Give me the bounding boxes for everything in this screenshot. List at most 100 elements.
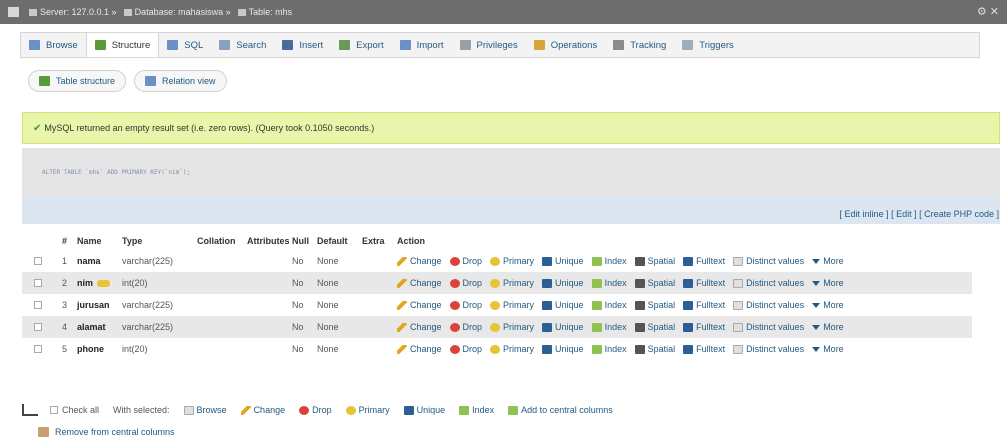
subtab-relation-view[interactable]: Relation view [134,70,227,92]
row-actions: Change Drop Primary Unique Index Spatial Fullt… [397,272,852,294]
action-spatial[interactable]: Spatial [634,322,675,332]
action-spatial[interactable]: Spatial [634,344,675,354]
export-icon [339,40,351,50]
action-more[interactable]: More [812,256,844,266]
col-header-extra: Extra [362,236,385,246]
col-header-attributes: Attributes [247,236,290,246]
gear-icon[interactable]: ⚙ ✕ [977,5,999,18]
sql-query-text[interactable]: ALTER TABLE `mhs` ADD PRIMARY KEY(`nim`)… [42,169,190,176]
row-checkbox[interactable] [34,301,42,309]
action-drop[interactable]: Drop [449,322,482,332]
action-index[interactable]: Index [591,256,627,266]
action-change[interactable]: Change [397,256,442,266]
tab-structure[interactable]: Structure [85,33,160,57]
tab-export[interactable]: Export [331,33,391,57]
row-checkbox[interactable] [34,323,42,331]
breadcrumb-table[interactable]: Table: mhs [235,7,292,17]
tab-search[interactable]: Search [211,33,274,57]
action-change[interactable]: Change [397,322,442,332]
action-fulltext[interactable]: Fulltext [683,322,725,332]
row-checkbox[interactable] [34,345,42,353]
pencil-icon [397,278,407,288]
action-drop[interactable]: Drop [449,344,482,354]
check-all-checkbox[interactable] [50,406,58,414]
action-label: Primary [503,322,535,332]
tab-sql[interactable]: SQL [159,33,211,57]
action-change[interactable]: Change [397,344,442,354]
edit-inline-link[interactable]: [ Edit inline ] [840,209,889,219]
action-primary[interactable]: Primary [490,300,534,310]
action-spatial[interactable]: Spatial [634,278,675,288]
tab-insert[interactable]: Insert [274,33,331,57]
primary-key-icon [97,279,111,287]
column-default: None [317,322,339,332]
tab-tracking[interactable]: Tracking [605,33,674,57]
action-unique[interactable]: Unique [542,344,584,354]
action-drop[interactable]: Drop [449,300,482,310]
fulltext-icon [683,322,694,332]
browse-icon [183,405,194,415]
action-spatial[interactable]: Spatial [634,256,675,266]
action-primary[interactable]: Primary [490,344,534,354]
tab-privileges[interactable]: Privileges [452,33,526,57]
tab-operations[interactable]: Operations [526,33,605,57]
action-more[interactable]: More [812,344,844,354]
action-unique[interactable]: Unique [542,300,584,310]
action-distinct-values[interactable]: Distinct values [733,344,804,354]
action-drop[interactable]: Drop [449,278,482,288]
tab-triggers[interactable]: Triggers [674,33,742,57]
action-distinct-values[interactable]: Distinct values [733,256,804,266]
action-more[interactable]: More [812,300,844,310]
action-primary[interactable]: Primary [490,278,534,288]
action-more[interactable]: More [812,322,844,332]
action-fulltext[interactable]: Fulltext [683,278,725,288]
breadcrumb-server[interactable]: Server: 127.0.0.1 » [26,7,117,17]
bulk-browse[interactable]: Browse [183,405,227,415]
action-distinct-values[interactable]: Distinct values [733,322,804,332]
action-fulltext[interactable]: Fulltext [683,256,725,266]
action-index[interactable]: Index [591,278,627,288]
bulk-index[interactable]: Index [459,405,494,415]
action-index[interactable]: Index [591,322,627,332]
action-spatial[interactable]: Spatial [634,300,675,310]
breadcrumb-database[interactable]: Database: mahasiswa » [121,7,231,17]
bulk-unique[interactable]: Unique [403,405,445,415]
bulk-drop[interactable]: Drop [299,405,332,415]
tab-import[interactable]: Import [392,33,452,57]
action-more[interactable]: More [812,278,844,288]
action-primary[interactable]: Primary [490,322,534,332]
action-distinct-values[interactable]: Distinct values [733,278,804,288]
unique-icon [403,405,414,415]
action-change[interactable]: Change [397,300,442,310]
chevron-down-icon [812,346,821,352]
column-null: No [292,300,304,310]
action-index[interactable]: Index [591,300,627,310]
remove-central-columns[interactable]: Remove from central columns [38,424,175,440]
bulk-change[interactable]: Change [240,405,285,415]
subtab-table-structure[interactable]: Table structure [28,70,127,92]
check-all-label[interactable]: Check all [62,405,99,415]
action-drop[interactable]: Drop [449,256,482,266]
column-type: varchar(225) [122,322,174,332]
bulk-primary[interactable]: Primary [345,405,390,415]
action-unique[interactable]: Unique [542,256,584,266]
tab-browse[interactable]: Browse [21,33,86,57]
action-change[interactable]: Change [397,278,442,288]
col-header-num: # [62,236,68,246]
action-index[interactable]: Index [591,344,627,354]
pencil-icon [397,256,407,266]
action-fulltext[interactable]: Fulltext [683,300,725,310]
row-checkbox[interactable] [34,257,42,265]
action-primary[interactable]: Primary [490,256,534,266]
action-unique[interactable]: Unique [542,278,584,288]
action-fulltext[interactable]: Fulltext [683,344,725,354]
bulk-add-to-central-columns[interactable]: Add to central columns [508,405,613,415]
row-checkbox[interactable] [34,279,42,287]
tab-label: Privileges [476,39,518,51]
action-unique[interactable]: Unique [542,322,584,332]
create-php-link[interactable]: [ Create PHP code ] [919,209,999,219]
edit-link[interactable]: [ Edit ] [891,209,917,219]
spatial-icon [634,344,645,354]
col-header-name[interactable]: Name [77,232,102,250]
action-distinct-values[interactable]: Distinct values [733,300,804,310]
